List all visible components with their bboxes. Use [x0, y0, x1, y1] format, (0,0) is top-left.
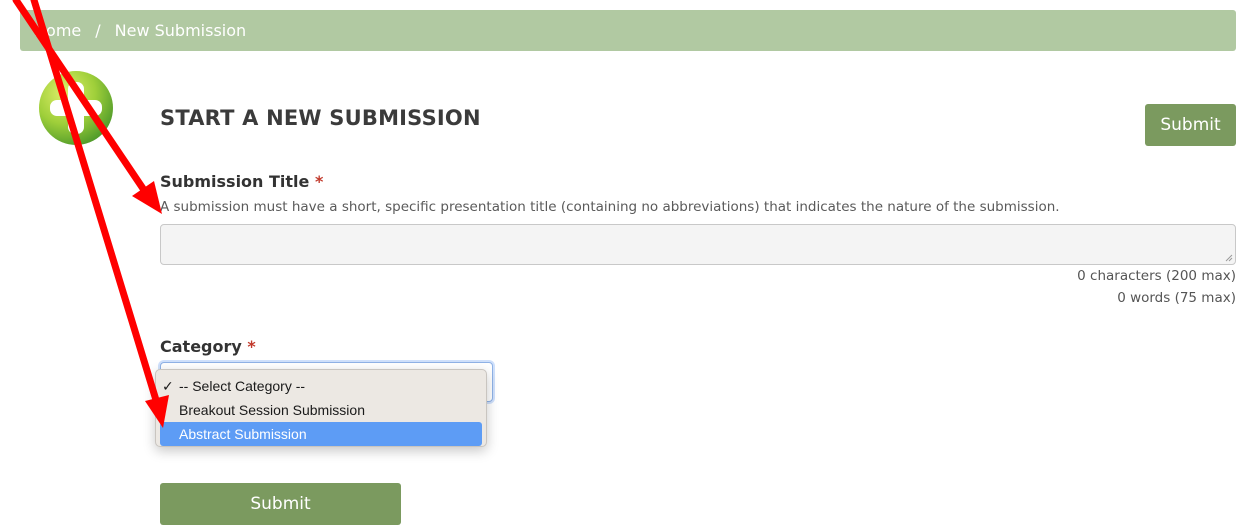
- required-asterisk: *: [314, 172, 324, 191]
- category-option-select[interactable]: ✓ -- Select Category --: [160, 374, 482, 398]
- character-counter: 0 characters (200 max): [1077, 268, 1236, 284]
- category-option-label: Breakout Session Submission: [179, 402, 365, 418]
- category-option-abstract[interactable]: Abstract Submission: [160, 422, 482, 446]
- category-label-text: Category: [160, 337, 242, 356]
- submit-button-top[interactable]: Submit: [1145, 104, 1236, 146]
- checkmark-icon: ✓: [162, 378, 174, 394]
- submission-title-label-text: Submission Title: [160, 172, 310, 191]
- submission-title-input[interactable]: [160, 224, 1236, 265]
- submission-title-help: A submission must have a short, specific…: [160, 199, 1060, 215]
- page-title: START A NEW SUBMISSION: [160, 106, 481, 130]
- breadcrumb-separator: /: [95, 21, 101, 40]
- word-counter: 0 words (75 max): [1117, 290, 1236, 306]
- submission-title-label: Submission Title *: [160, 172, 323, 191]
- annotation-arrow-to-option: [30, 0, 169, 428]
- category-dropdown-menu: ✓ -- Select Category -- Breakout Session…: [155, 369, 487, 447]
- plus-circle-icon: [39, 71, 113, 145]
- resize-grip-icon[interactable]: [1225, 254, 1233, 262]
- category-option-label: -- Select Category --: [179, 378, 306, 394]
- category-option-breakout[interactable]: Breakout Session Submission: [160, 398, 482, 422]
- breadcrumb-current: New Submission: [114, 21, 247, 40]
- category-option-label: Abstract Submission: [179, 426, 307, 442]
- breadcrumb: Home / New Submission: [20, 10, 1236, 51]
- breadcrumb-home-link[interactable]: Home: [34, 21, 81, 40]
- category-label: Category *: [160, 337, 256, 356]
- required-asterisk: *: [247, 337, 256, 356]
